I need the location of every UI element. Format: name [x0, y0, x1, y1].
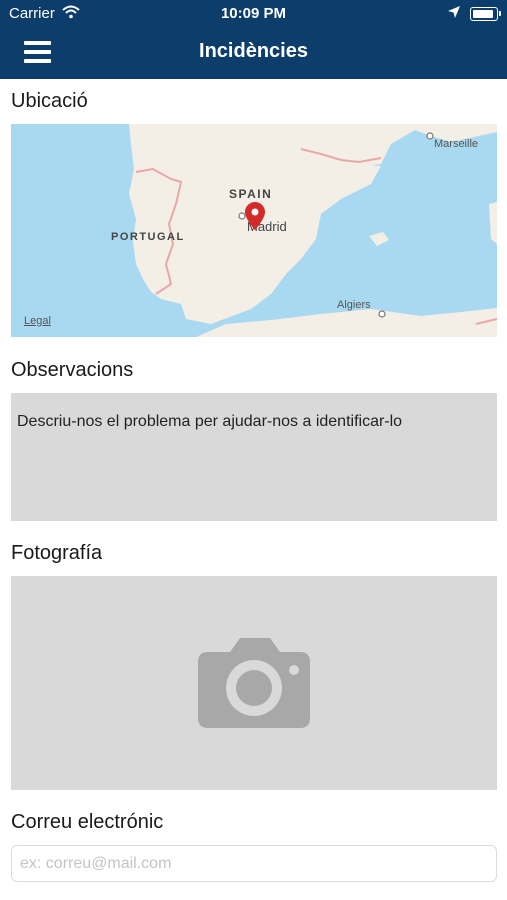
photo-label: Fotografía	[11, 542, 103, 564]
map-label-portugal: PORTUGAL	[111, 231, 185, 243]
email-label: Correu electrónic	[11, 811, 164, 833]
location-map[interactable]: SPAIN PORTUGAL Madrid Marseille Algiers …	[11, 124, 497, 337]
location-arrow-icon	[448, 6, 460, 18]
email-field[interactable]	[11, 845, 497, 882]
map-legal-link[interactable]: Legal	[24, 315, 51, 327]
map-label-marseille: Marseille	[434, 138, 479, 150]
observations-label: Observacions	[11, 359, 134, 381]
observations-textarea[interactable]: Descriu-nos el problema per ajudar-nos a…	[11, 393, 497, 521]
photo-picker[interactable]	[11, 576, 497, 790]
map-label-spain: SPAIN	[229, 187, 273, 201]
page-title: Incidències	[199, 40, 308, 62]
location-pin-icon[interactable]	[245, 202, 265, 230]
city-dot-algiers	[378, 310, 386, 318]
camera-icon	[198, 638, 310, 728]
location-label: Ubicació	[11, 90, 88, 112]
map-label-algiers: Algiers	[337, 299, 371, 311]
battery-icon	[470, 7, 498, 21]
clock: 10:09 PM	[220, 5, 287, 22]
nav-bar: Incidències	[0, 28, 507, 79]
status-bar: Carrier 10:09 PM	[0, 0, 507, 28]
city-dot-marseille	[426, 132, 434, 140]
battery-tip	[499, 11, 501, 16]
